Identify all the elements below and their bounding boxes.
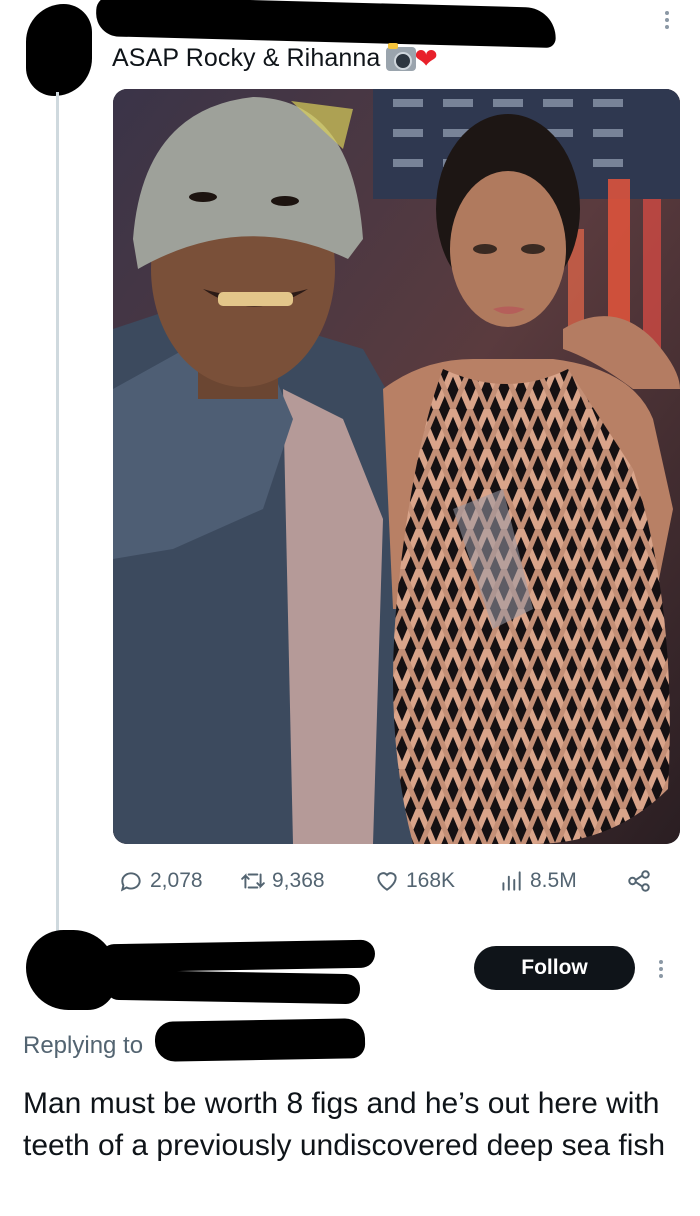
share-icon (628, 870, 650, 892)
retweet-button[interactable]: 9,368 (240, 868, 325, 894)
share-button[interactable] (626, 868, 652, 894)
redacted-reply-handle (104, 969, 361, 1005)
replying-to-label: Replying to (23, 1032, 144, 1059)
redacted-reply-username (99, 939, 376, 973)
more-options-icon[interactable] (662, 8, 672, 32)
camera-with-flash-icon (386, 42, 417, 71)
reply-more-options-icon[interactable] (656, 957, 666, 981)
red-heart-icon: ❤ (414, 42, 438, 74)
views-button[interactable]: 8.5M (498, 868, 577, 894)
like-count: 168K (406, 869, 456, 892)
retweet-count: 9,368 (272, 869, 325, 892)
reply-button[interactable]: 2,078 (118, 868, 203, 894)
tweet-photo[interactable] (113, 89, 680, 844)
tweet-text: ASAP Rocky & Rihanna ❤ (112, 42, 438, 74)
reply-tweet-text: Man must be worth 8 figs and he’s out he… (23, 1087, 666, 1162)
redacted-avatar (26, 4, 92, 96)
like-button[interactable]: 168K (374, 868, 455, 894)
follow-button[interactable]: Follow (474, 946, 635, 990)
thread-connector-line (56, 92, 59, 932)
view-count: 8.5M (530, 869, 577, 892)
redacted-reply-avatar (26, 930, 116, 1010)
reply-count: 2,078 (150, 869, 203, 892)
redacted-username (95, 0, 557, 49)
heart-icon (377, 872, 397, 891)
retweet-icon (241, 873, 265, 889)
tweet-text-content: ASAP Rocky & Rihanna (112, 44, 381, 72)
redacted-replying-to-handle (154, 1018, 366, 1062)
tweet-action-bar: 2,078 9,368 168K 8.5M (112, 866, 672, 898)
reply-icon (120, 872, 141, 892)
bar-chart-icon (502, 871, 521, 891)
